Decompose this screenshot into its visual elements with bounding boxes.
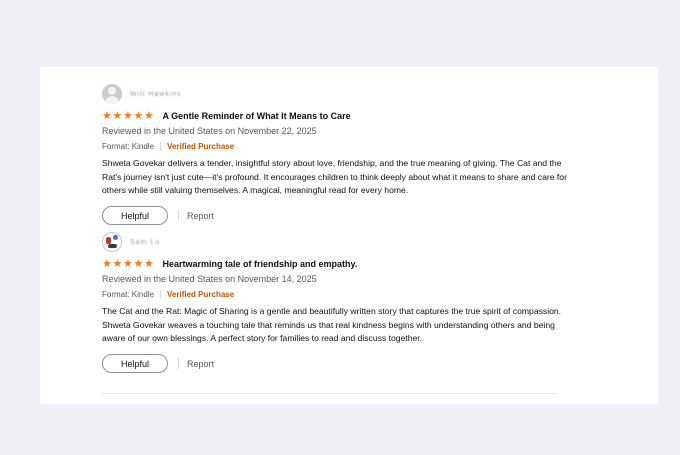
star-rating: ★ ★ ★ ★ ★ bbox=[102, 257, 155, 270]
divider bbox=[160, 142, 162, 151]
reviewer-name[interactable]: Will Hawkins bbox=[130, 91, 182, 98]
star-icon: ★ bbox=[123, 257, 133, 270]
review-title[interactable]: Heartwarming tale of friendship and empa… bbox=[163, 259, 358, 269]
helpful-button[interactable]: Helpful bbox=[102, 354, 168, 373]
star-icon: ★ bbox=[102, 257, 112, 270]
review-body: Shweta Govekar delivers a tender, insigh… bbox=[102, 158, 567, 195]
default-profile-icon bbox=[102, 84, 122, 104]
star-icon: ★ bbox=[133, 109, 144, 122]
review-date: Reviewed in the United States on Novembe… bbox=[102, 126, 317, 136]
review-title[interactable]: A Gentle Reminder of What It Means to Ca… bbox=[163, 111, 351, 121]
review-format: Format: Kindle bbox=[102, 142, 155, 151]
reviews-card: Will Hawkins ★ ★ ★ ★ ★ A Gentle Reminder of … bbox=[40, 67, 658, 404]
review-item: Will Hawkins ★ ★ ★ ★ ★ A Gentle Reminder of … bbox=[102, 83, 572, 226]
star-icon: ★ bbox=[102, 109, 112, 122]
star-icon: ★ bbox=[112, 257, 123, 270]
photo-avatar-icon bbox=[102, 232, 122, 252]
reviewer-profile[interactable]: Sam Lu bbox=[102, 231, 572, 253]
star-icon: ★ bbox=[133, 257, 144, 270]
helpful-button[interactable]: Helpful bbox=[102, 206, 168, 225]
star-icon: ★ bbox=[123, 109, 133, 122]
review-item: Sam Lu ★ ★ ★ ★ ★ Heartwarming tale of friend… bbox=[102, 231, 572, 374]
verified-purchase-badge: Verified Purchase bbox=[167, 290, 235, 299]
star-icon: ★ bbox=[112, 109, 123, 122]
review-body: The Cat and the Rat: Magic of Sharing is… bbox=[102, 306, 562, 343]
star-icon: ★ bbox=[144, 109, 154, 122]
divider bbox=[178, 358, 179, 369]
divider bbox=[160, 290, 162, 299]
section-divider bbox=[102, 393, 556, 394]
star-icon: ★ bbox=[144, 257, 154, 270]
review-format: Format: Kindle bbox=[102, 290, 155, 299]
review-date: Reviewed in the United States on Novembe… bbox=[102, 274, 317, 284]
reviewer-name[interactable]: Sam Lu bbox=[130, 239, 160, 246]
star-rating: ★ ★ ★ ★ ★ bbox=[102, 109, 155, 122]
report-link[interactable]: Report bbox=[187, 211, 214, 221]
reviewer-profile[interactable]: Will Hawkins bbox=[102, 83, 572, 105]
verified-purchase-badge: Verified Purchase bbox=[167, 142, 235, 151]
report-link[interactable]: Report bbox=[187, 359, 214, 369]
divider bbox=[178, 210, 179, 221]
